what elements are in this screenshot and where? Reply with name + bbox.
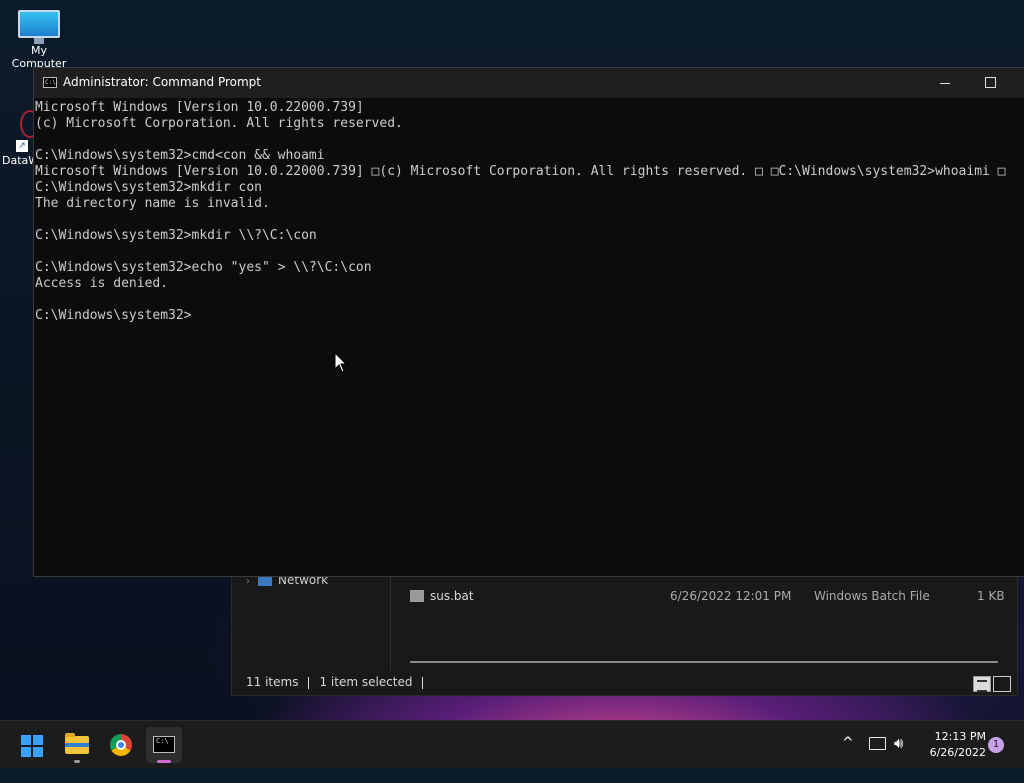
selection-count: 1 item selected bbox=[319, 675, 413, 689]
running-indicator bbox=[74, 760, 80, 763]
details-view-button[interactable] bbox=[973, 675, 991, 692]
clock-time: 12:13 PM bbox=[934, 730, 986, 743]
active-indicator bbox=[157, 760, 171, 763]
console-line: (c) Microsoft Corporation. All rights re… bbox=[35, 116, 403, 131]
status-bar: 11 items 1 item selected bbox=[246, 675, 433, 689]
clock[interactable]: 12:13 PM 6/26/2022 bbox=[920, 729, 986, 777]
console-line: C:\Windows\system32>echo "yes" > \\?\C:\… bbox=[35, 260, 372, 275]
notification-badge[interactable]: 1 bbox=[988, 737, 1004, 753]
taskbar-file-explorer[interactable] bbox=[59, 727, 95, 763]
console-prompt-line[interactable]: C:\Windows\system32> bbox=[35, 308, 1024, 324]
console-line: Access is denied. bbox=[35, 276, 169, 291]
chevron-right-icon[interactable]: › bbox=[246, 576, 250, 587]
title-bar[interactable]: C:\ Administrator: Command Prompt bbox=[34, 68, 1024, 98]
network-icon bbox=[258, 575, 272, 586]
console-line: C:\Windows\system32>cmd<con && whoami bbox=[35, 148, 325, 163]
console-line: C:\Windows\system32>mkdir con bbox=[35, 180, 262, 195]
network-icon[interactable] bbox=[869, 737, 886, 750]
file-row[interactable]: sus.bat 6/26/2022 12:01 PM Windows Batch… bbox=[410, 589, 1010, 605]
volume-icon[interactable]: 🔊︎ bbox=[894, 734, 903, 782]
file-name: sus.bat bbox=[430, 589, 474, 603]
minimize-button[interactable] bbox=[931, 74, 961, 92]
tiles-view-button[interactable] bbox=[993, 675, 1011, 692]
view-switcher bbox=[971, 673, 1011, 692]
pane-divider[interactable] bbox=[390, 571, 391, 671]
windows-logo-icon bbox=[21, 735, 43, 757]
item-count: 11 items bbox=[246, 675, 299, 689]
command-prompt-window[interactable]: C:\ Administrator: Command Prompt Micros… bbox=[33, 67, 1024, 577]
console-line: C:\Windows\system32>mkdir \\?\C:\con bbox=[35, 228, 317, 243]
horizontal-scrollbar[interactable] bbox=[410, 661, 998, 663]
console-output[interactable]: Microsoft Windows [Version 10.0.22000.73… bbox=[35, 100, 1024, 324]
computer-icon bbox=[18, 10, 60, 44]
window-title: Administrator: Command Prompt bbox=[63, 75, 261, 89]
console-line: Microsoft Windows [Version 10.0.22000.73… bbox=[35, 164, 1006, 179]
show-hidden-icons-chevron-up-icon[interactable]: ^ bbox=[842, 735, 854, 783]
console-line: The directory name is invalid. bbox=[35, 196, 270, 211]
status-separator bbox=[308, 676, 310, 689]
taskbar-chrome[interactable] bbox=[103, 727, 139, 763]
taskbar: C:\ ^ 🔊︎ 12:13 PM 6/26/2022 1 bbox=[0, 720, 1024, 768]
file-date: 6/26/2022 12:01 PM bbox=[670, 589, 792, 603]
chrome-icon bbox=[110, 734, 132, 756]
folder-icon bbox=[65, 733, 89, 754]
file-type: Windows Batch File bbox=[814, 589, 930, 603]
maximize-button[interactable] bbox=[976, 74, 1006, 92]
status-separator bbox=[422, 676, 424, 689]
taskbar-command-prompt[interactable]: C:\ bbox=[146, 727, 182, 763]
file-explorer-window: › Network sus.bat 6/26/2022 12:01 PM Wind… bbox=[231, 570, 1018, 696]
desktop-icon-my-computer[interactable]: My Computer bbox=[2, 10, 76, 70]
cmd-app-icon[interactable]: C:\ bbox=[43, 77, 57, 88]
console-line: Microsoft Windows [Version 10.0.22000.73… bbox=[35, 100, 364, 115]
start-button[interactable] bbox=[14, 727, 50, 763]
clock-date: 6/26/2022 bbox=[929, 746, 986, 759]
file-size: 1 KB bbox=[977, 589, 1005, 603]
mouse-cursor-icon bbox=[334, 352, 348, 373]
batch-file-icon bbox=[410, 590, 424, 602]
terminal-icon: C:\ bbox=[153, 736, 175, 753]
